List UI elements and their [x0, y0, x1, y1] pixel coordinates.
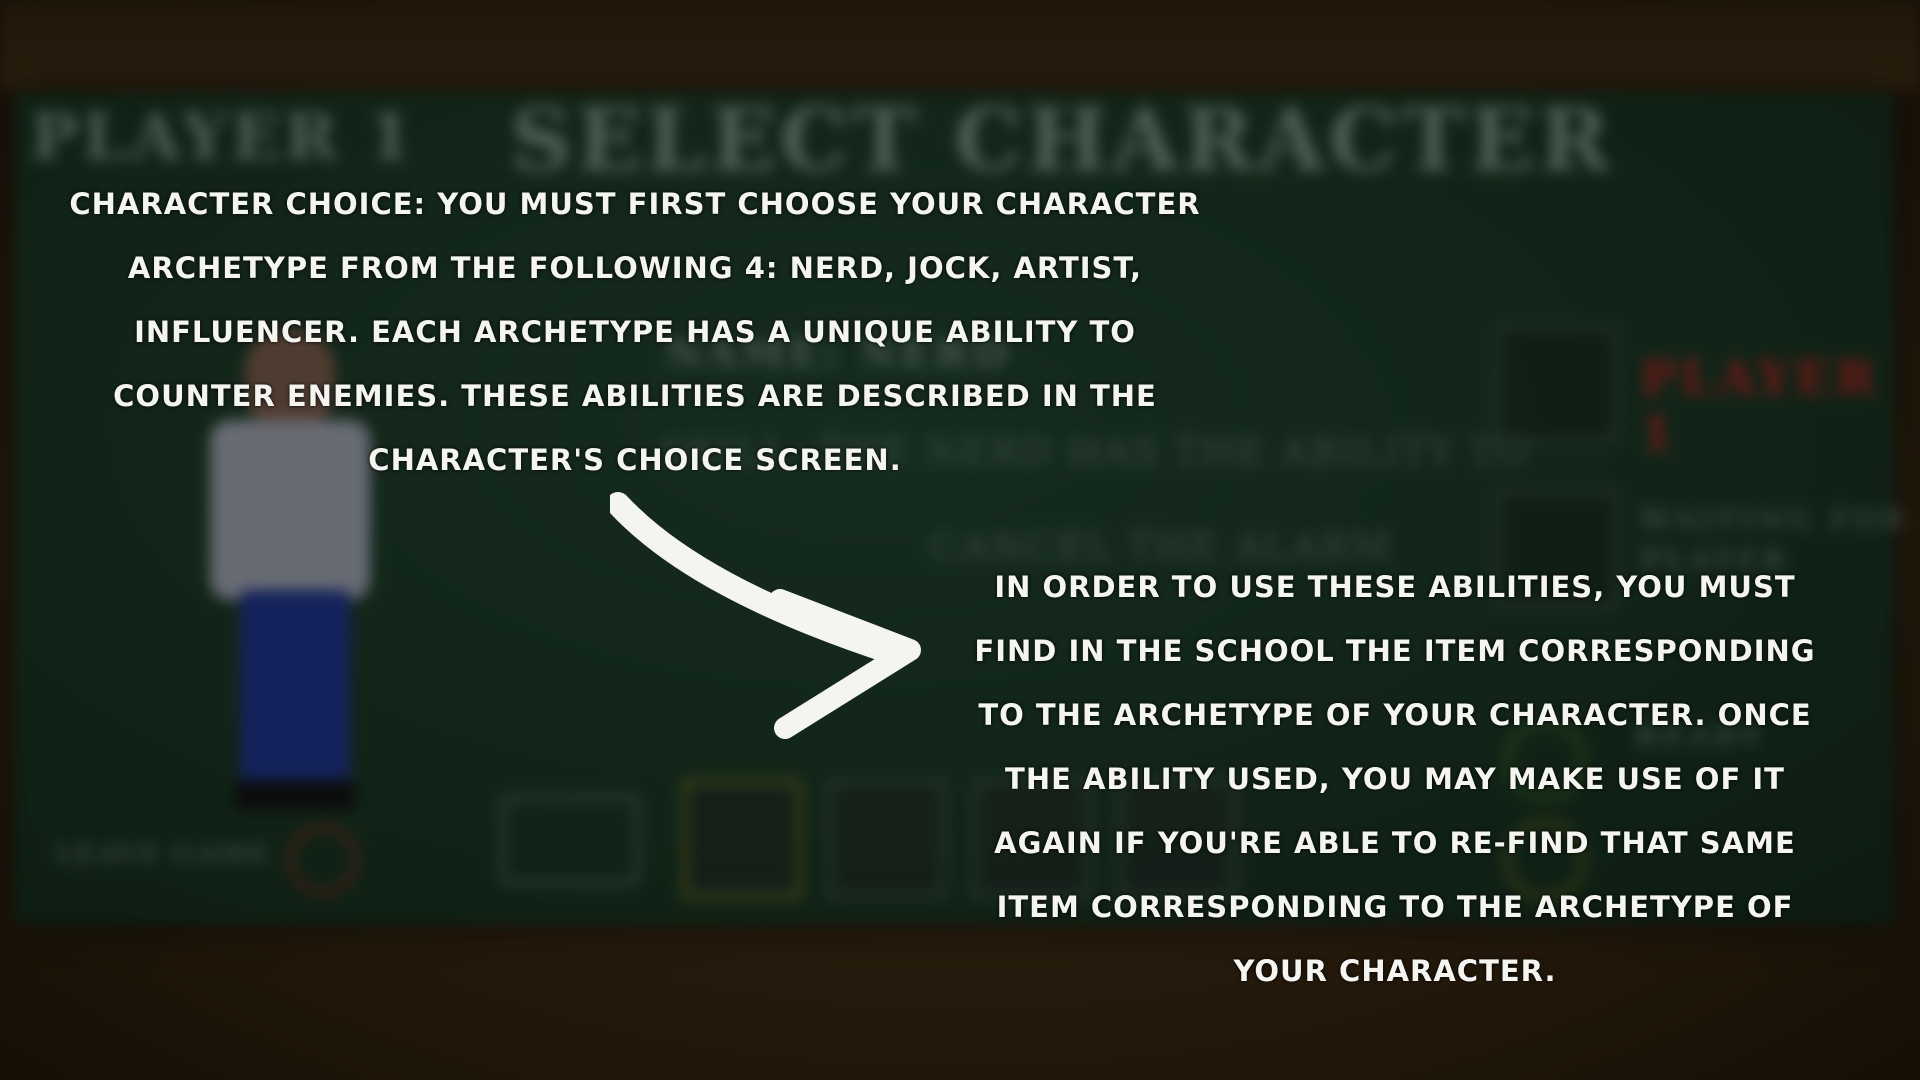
tutorial-screen: PLAYER 1 SELECT CHARACTER NAME: NERD SKI… — [0, 0, 1920, 1080]
tutorial-character-choice-text: Character choice: you must first choose … — [69, 187, 1201, 477]
curved-arrow-icon — [610, 492, 921, 739]
tutorial-ability-usage-text: In order to use these abilities, you mus… — [974, 570, 1816, 988]
